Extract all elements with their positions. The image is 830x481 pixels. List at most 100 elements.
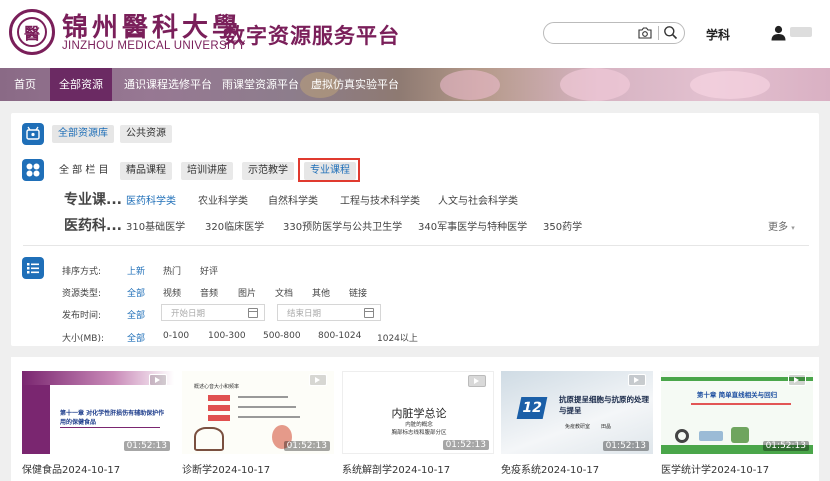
- slide-illustration: [699, 431, 723, 441]
- nav-item-general-courses[interactable]: 通识课程选修平台: [124, 68, 212, 101]
- type-link[interactable]: 链接: [349, 286, 367, 299]
- video-icon: [628, 374, 646, 386]
- end-date-placeholder: 结束日期: [287, 309, 322, 319]
- logo-english: JINZHOU MEDICAL UNIVERSITY: [62, 40, 246, 52]
- sort-label: 排序方式:: [62, 267, 102, 277]
- start-date-input[interactable]: 开始日期: [161, 304, 265, 321]
- library-icon: [22, 123, 44, 145]
- resource-card[interactable]: 12 抗原提呈细胞与抗原的处理与提呈 免疫教研室 田晶 01:52:13 免疫系…: [501, 371, 653, 476]
- tab-quality-courses[interactable]: 精品课程: [120, 162, 172, 180]
- card-title[interactable]: 免疫系统2024-10-17: [501, 461, 599, 476]
- subject-natural[interactable]: 自然科学类: [268, 192, 318, 207]
- size-all[interactable]: 全部: [127, 331, 145, 344]
- nav-item-rain-classroom[interactable]: 雨课堂资源平台: [222, 68, 299, 101]
- resource-card[interactable]: 内脏学总论 内脏的概念 胸部标志线和腹部分区 01:52:13 系统解剖学202…: [342, 371, 494, 476]
- resource-card[interactable]: 第十一章 对化学性肝损伤有辅助保护作用的保健食品 01:52:13 保健食品20…: [22, 371, 174, 476]
- slide-subtitle: 免疫教研室: [565, 424, 591, 430]
- tab-demo-teaching[interactable]: 示范教学: [242, 162, 294, 180]
- slide-title: 内脏学总论: [391, 407, 447, 420]
- type-document[interactable]: 文档: [275, 286, 293, 299]
- size-1024-plus[interactable]: 1024以上: [377, 331, 418, 344]
- image-search-icon[interactable]: [638, 26, 652, 40]
- user-icon[interactable]: [771, 25, 786, 41]
- sort-hot[interactable]: 热门: [163, 264, 181, 277]
- slide-line: [691, 403, 791, 405]
- sort-rating[interactable]: 好评: [200, 264, 218, 277]
- slide-illustration: [194, 427, 224, 451]
- tab-training-lectures[interactable]: 培训讲座: [181, 162, 233, 180]
- size-label: 大小(MB):: [62, 334, 104, 344]
- subject-310[interactable]: 310基础医学: [126, 218, 185, 233]
- logo-chinese: 锦州醫科大學: [62, 13, 243, 43]
- nav-item-home[interactable]: 首页: [0, 68, 50, 101]
- category-head-professional: 专业课...: [64, 192, 122, 208]
- slide-tag: [208, 405, 230, 411]
- type-all[interactable]: 全部: [127, 286, 145, 299]
- card-title[interactable]: 系统解剖学2024-10-17: [342, 461, 450, 476]
- card-title[interactable]: 诊断学2024-10-17: [182, 461, 270, 476]
- nav-item-all-resources[interactable]: 全部资源: [50, 68, 112, 101]
- type-audio[interactable]: 音频: [200, 286, 218, 299]
- subject-engineering[interactable]: 工程与技术科学类: [340, 192, 420, 207]
- date-label: 发布时间:: [62, 311, 102, 321]
- video-icon: [149, 374, 167, 386]
- subject-link[interactable]: 学科: [706, 26, 730, 43]
- size-0-100[interactable]: 0-100: [163, 331, 189, 341]
- main-nav: 首页 全部资源 通识课程选修平台 雨课堂资源平台 虚拟仿真实验平台: [0, 68, 830, 101]
- video-thumbnail[interactable]: 第十章 简单直线相关与回归 01:52:13: [661, 371, 813, 454]
- more-button[interactable]: 更多 ▾: [768, 218, 795, 233]
- tab-all-columns[interactable]: 全 部 栏 目: [53, 162, 115, 180]
- subject-humanities[interactable]: 人文与社会科学类: [438, 192, 518, 207]
- size-100-300[interactable]: 100-300: [208, 331, 246, 341]
- slide-text-line: [238, 396, 288, 398]
- divider: [23, 245, 809, 246]
- tab-all-library[interactable]: 全部资源库: [52, 125, 114, 143]
- type-video[interactable]: 视频: [163, 286, 181, 299]
- slide-subtitle: 内脏的概念: [405, 422, 433, 428]
- user-name-blurred[interactable]: [790, 27, 812, 37]
- card-title[interactable]: 医学统计学2024-10-17: [661, 461, 769, 476]
- slide-tag: [208, 395, 230, 401]
- resource-card[interactable]: 概述心音大小和频率 01:52:13 诊断学2024-10-17: [182, 371, 334, 476]
- subject-agriculture[interactable]: 农业科学类: [198, 192, 248, 207]
- slide-subtitle: 胸部标志线和腹部分区: [391, 430, 447, 436]
- video-thumbnail[interactable]: 内脏学总论 内脏的概念 胸部标志线和腹部分区 01:52:13: [342, 371, 494, 454]
- nav-item-virtual-lab[interactable]: 虚拟仿真实验平台: [311, 68, 399, 101]
- video-thumbnail[interactable]: 第十一章 对化学性肝损伤有辅助保护作用的保健食品 01:52:13: [22, 371, 174, 454]
- type-image[interactable]: 图片: [238, 286, 256, 299]
- size-500-800[interactable]: 500-800: [263, 331, 301, 341]
- video-duration: 01:52:13: [602, 441, 649, 451]
- slide-tag: [208, 415, 230, 421]
- resource-card[interactable]: 第十章 简单直线相关与回归 01:52:13 医学统计学2024-10-17: [661, 371, 813, 476]
- filter-list-icon: [22, 257, 44, 279]
- search-separator: [658, 26, 659, 40]
- search-input[interactable]: [552, 25, 636, 41]
- slide-title: 概述心音大小和频率: [194, 384, 240, 390]
- card-title[interactable]: 保健食品2024-10-17: [22, 461, 120, 476]
- banner-decoration: [690, 71, 770, 99]
- slide-text-line: [238, 406, 296, 408]
- subject-350[interactable]: 350药学: [543, 218, 582, 233]
- subject-340[interactable]: 340军事医学与特种医学: [418, 218, 527, 233]
- banner-decoration: [440, 70, 500, 100]
- highlight-box: [298, 158, 360, 182]
- search-icon[interactable]: [663, 25, 678, 40]
- calendar-icon: [364, 308, 374, 318]
- video-icon: [788, 374, 806, 386]
- date-all[interactable]: 全部: [127, 308, 145, 321]
- video-duration: 01:52:13: [123, 441, 170, 451]
- platform-title: 数字资源服务平台: [224, 24, 400, 48]
- subject-medical[interactable]: 医药科学类: [126, 192, 176, 207]
- chevron-down-icon: ▾: [791, 224, 795, 232]
- filter-panel: 全部资源库 公共资源 全 部 栏 目 精品课程 培训讲座 示范教学 专业课程 专…: [11, 113, 819, 346]
- slide-number: 12: [516, 397, 548, 419]
- end-date-input[interactable]: 结束日期: [277, 304, 381, 321]
- type-other[interactable]: 其他: [312, 286, 330, 299]
- size-800-1024[interactable]: 800-1024: [318, 331, 361, 341]
- video-thumbnail[interactable]: 概述心音大小和频率 01:52:13: [182, 371, 334, 454]
- subject-330[interactable]: 330预防医学与公共卫生学: [283, 218, 402, 233]
- sort-newest[interactable]: 上新: [127, 264, 145, 277]
- tab-public-resources[interactable]: 公共资源: [120, 125, 172, 143]
- subject-320[interactable]: 320临床医学: [205, 218, 264, 233]
- video-thumbnail[interactable]: 12 抗原提呈细胞与抗原的处理与提呈 免疫教研室 田晶 01:52:13: [501, 371, 653, 454]
